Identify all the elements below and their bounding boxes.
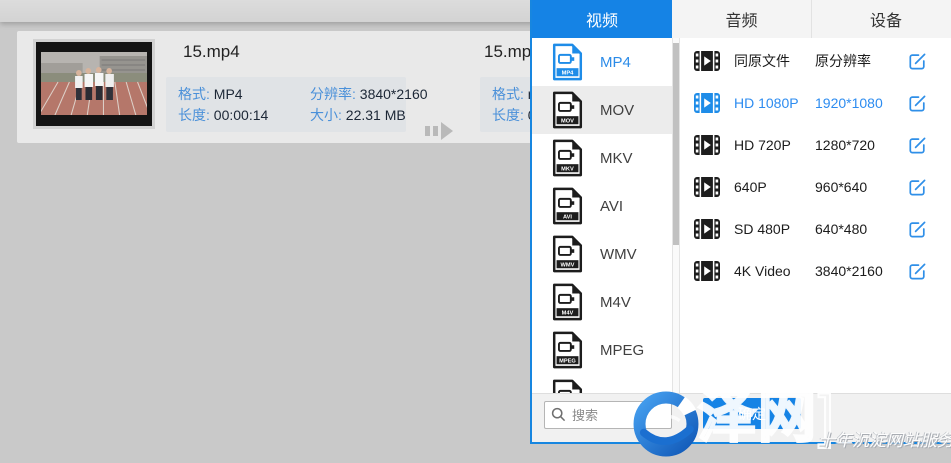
confirm-button[interactable]: 确定 bbox=[703, 398, 801, 429]
edit-profile-icon[interactable] bbox=[908, 220, 928, 239]
resolution-label: 分辨率: bbox=[310, 86, 356, 102]
duration-value: 00:00:14 bbox=[214, 107, 269, 123]
resolution-value: 3840*2160 bbox=[360, 86, 428, 102]
profile-name: 640P bbox=[734, 179, 815, 195]
svg-text:MOV: MOV bbox=[561, 118, 574, 124]
format-item-avi[interactable]: AVI AVI bbox=[532, 182, 672, 230]
edit-profile-icon[interactable] bbox=[908, 52, 928, 71]
file-format-icon: WMV bbox=[552, 235, 583, 273]
svg-text:AVI: AVI bbox=[563, 214, 572, 220]
popup-bottom-bar: 确定 bbox=[532, 393, 951, 442]
svg-text:M4V: M4V bbox=[562, 310, 574, 316]
svg-text:MPEG: MPEG bbox=[559, 358, 576, 364]
file-format-icon: MPEG bbox=[552, 331, 583, 369]
edit-profile-icon[interactable] bbox=[908, 262, 928, 281]
profile-item-640p[interactable]: 640P960*640 bbox=[680, 166, 951, 208]
format-label: 格式: bbox=[492, 86, 524, 102]
format-item-partial[interactable] bbox=[532, 374, 672, 393]
format-item-mp4[interactable]: MP4 MP4 bbox=[532, 38, 672, 86]
convert-arrow-icon bbox=[425, 120, 469, 142]
film-strip-icon bbox=[694, 51, 720, 71]
format-item-label: MKV bbox=[600, 150, 633, 167]
format-item-wmv[interactable]: WMV WMV bbox=[532, 230, 672, 278]
format-item-label: MOV bbox=[600, 102, 634, 119]
svg-text:MP4: MP4 bbox=[562, 70, 575, 76]
format-item-label: MP4 bbox=[600, 54, 631, 71]
source-file-details: 格式: MP4 分辨率: 3840*2160 长度: 00:00:14 大小: … bbox=[166, 77, 406, 132]
format-item-label: M4V bbox=[600, 294, 631, 311]
size-label: 大小: bbox=[310, 107, 342, 123]
profile-resolution: 640*480 bbox=[815, 221, 908, 237]
tab-device[interactable]: 设备 bbox=[811, 0, 951, 38]
search-icon bbox=[551, 407, 566, 427]
file-format-icon: MP4 bbox=[552, 43, 583, 81]
tab-video[interactable]: 视频 bbox=[532, 0, 672, 38]
format-item-m4v[interactable]: M4V M4V bbox=[532, 278, 672, 326]
film-strip-icon bbox=[694, 93, 720, 113]
edit-profile-icon[interactable] bbox=[908, 178, 928, 197]
profile-item-hd-720p[interactable]: HD 720P1280*720 bbox=[680, 124, 951, 166]
popup-tabbar: 视频音频设备 bbox=[532, 0, 951, 38]
svg-text:MKV: MKV bbox=[561, 166, 574, 172]
profile-name: 4K Video bbox=[734, 263, 815, 279]
profile-resolution: 1920*1080 bbox=[815, 95, 908, 111]
file-format-icon: M4V bbox=[552, 283, 583, 321]
profile-item-sd-480p[interactable]: SD 480P640*480 bbox=[680, 208, 951, 250]
scrollbar-thumb[interactable] bbox=[673, 43, 679, 245]
duration-label: 长度: bbox=[492, 107, 524, 123]
app-window: 15.mp4 格式: MP4 分辨率: 3840*2160 长度: 00:00:… bbox=[0, 0, 951, 463]
profile-resolution: 原分辨率 bbox=[815, 51, 908, 71]
film-strip-icon bbox=[694, 135, 720, 155]
edit-profile-icon[interactable] bbox=[908, 136, 928, 155]
profile-resolution: 960*640 bbox=[815, 179, 908, 195]
profile-list: 同原文件原分辨率 HD 1080P1920*1080 bbox=[680, 38, 951, 393]
profile-item-hd-1080p[interactable]: HD 1080P1920*1080 bbox=[680, 82, 951, 124]
file-format-icon: MOV bbox=[552, 91, 583, 129]
svg-text:WMV: WMV bbox=[561, 262, 575, 268]
format-item-mov[interactable]: MOV MOV bbox=[532, 86, 672, 134]
profile-resolution: 3840*2160 bbox=[815, 263, 908, 279]
profile-name: HD 1080P bbox=[734, 95, 815, 111]
profile-name: HD 720P bbox=[734, 137, 815, 153]
file-format-icon: MKV bbox=[552, 139, 583, 177]
profile-item-4k-video[interactable]: 4K Video3840*2160 bbox=[680, 250, 951, 292]
duration-label: 长度: bbox=[178, 107, 210, 123]
file-format-icon bbox=[552, 379, 583, 393]
format-item-label: MPEG bbox=[600, 342, 644, 359]
format-item-label: AVI bbox=[600, 198, 623, 215]
film-strip-icon bbox=[694, 261, 720, 281]
tab-audio[interactable]: 音频 bbox=[672, 0, 811, 38]
format-list: MP4 MP4 MOV MOV MKV MKV AVI AVI WMV WMV bbox=[532, 38, 672, 393]
film-strip-icon bbox=[694, 177, 720, 197]
format-item-mkv[interactable]: MKV MKV bbox=[532, 134, 672, 182]
size-value: 22.31 MB bbox=[346, 107, 406, 123]
format-picker-popup: 视频音频设备 MP4 MP4 MOV MOV MKV MKV AVI A bbox=[530, 0, 951, 444]
format-list-scrollbar[interactable] bbox=[672, 38, 680, 393]
profile-name: SD 480P bbox=[734, 221, 815, 237]
video-thumbnail[interactable] bbox=[33, 39, 155, 129]
edit-profile-icon[interactable] bbox=[908, 94, 928, 113]
format-item-label: WMV bbox=[600, 246, 637, 263]
format-value: MP4 bbox=[214, 86, 243, 102]
video-thumbnail-image bbox=[36, 42, 152, 126]
profile-item-同原文件[interactable]: 同原文件原分辨率 bbox=[680, 40, 951, 82]
file-format-icon: AVI bbox=[552, 187, 583, 225]
profile-resolution: 1280*720 bbox=[815, 137, 908, 153]
source-file-title: 15.mp4 bbox=[183, 42, 240, 62]
film-strip-icon bbox=[694, 219, 720, 239]
profile-name: 同原文件 bbox=[734, 51, 815, 71]
format-item-mpeg[interactable]: MPEG MPEG bbox=[532, 326, 672, 374]
format-label: 格式: bbox=[178, 86, 210, 102]
